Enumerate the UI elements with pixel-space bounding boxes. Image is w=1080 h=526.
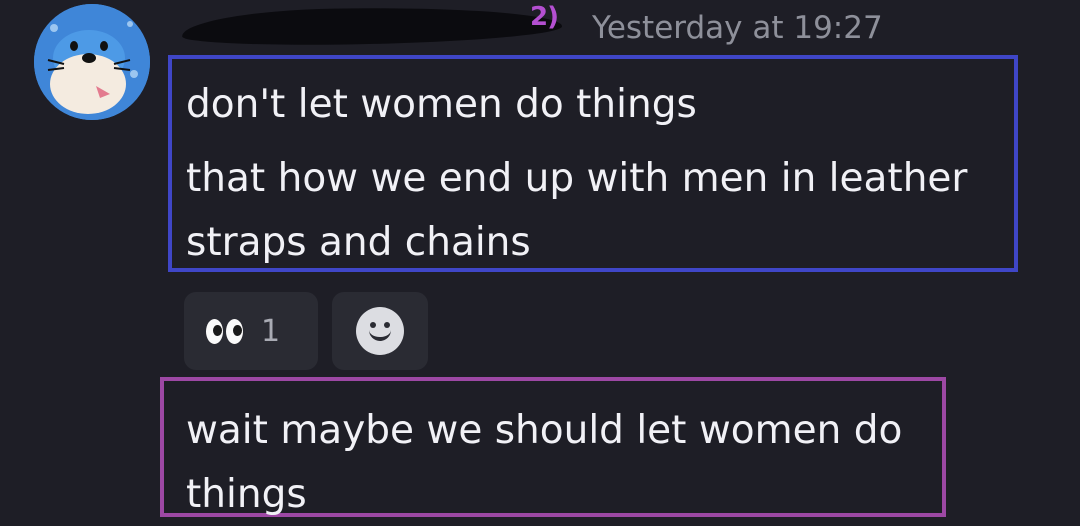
seal-avatar-icon	[34, 4, 150, 120]
message-text-line: wait maybe we should let women do	[186, 408, 903, 453]
message-text-line: straps and chains	[186, 220, 531, 265]
username-fragment[interactable]: 2)	[530, 2, 559, 32]
second-message-highlight-box: wait maybe we should let women do things	[160, 377, 946, 517]
add-reaction-button[interactable]	[332, 292, 428, 370]
first-message-highlight-box: don't let women do things that how we en…	[168, 55, 1018, 272]
message-text-line: things	[186, 472, 307, 517]
message-text-line: that how we end up with men in leather	[186, 156, 968, 201]
message-timestamp[interactable]: Yesterday at 19:27	[592, 10, 883, 46]
eyes-reaction-button[interactable]: 1	[184, 292, 318, 370]
eyes-icon	[206, 318, 243, 344]
message-text-line: don't let women do things	[186, 82, 697, 127]
reaction-count: 1	[261, 313, 281, 349]
smiley-icon	[356, 307, 404, 355]
redacted-username	[181, 4, 563, 48]
user-avatar[interactable]	[34, 4, 150, 120]
